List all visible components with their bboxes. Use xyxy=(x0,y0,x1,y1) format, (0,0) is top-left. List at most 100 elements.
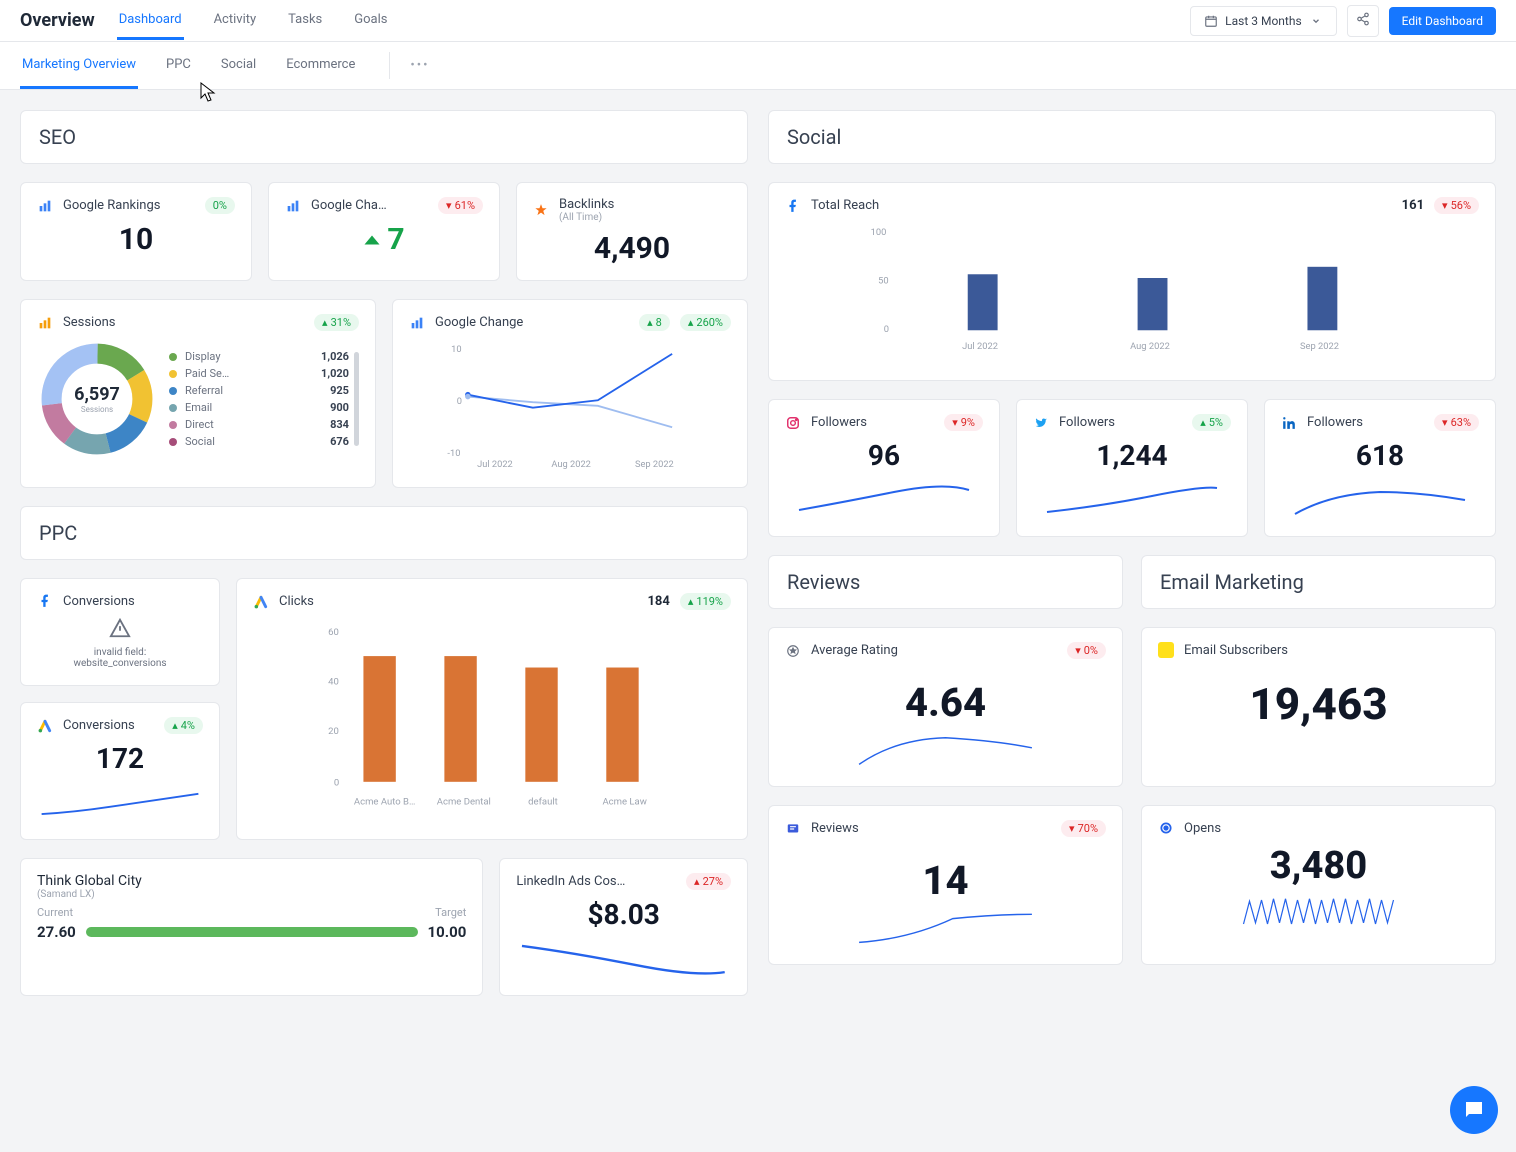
nav-tasks[interactable]: Tasks xyxy=(286,2,324,40)
svg-text:40: 40 xyxy=(328,677,339,688)
card-title: Opens xyxy=(1184,821,1479,836)
social-section-header: Social xyxy=(768,110,1496,164)
nav-dashboard[interactable]: Dashboard xyxy=(117,2,184,40)
value-badge: ▴ 8 xyxy=(639,314,670,331)
legend-row: Paid Se…1,020 xyxy=(169,365,359,382)
google-conversions-card[interactable]: Conversions ▴ 4% 172 xyxy=(20,702,220,840)
seo-charts-row: Sessions ▴ 31% xyxy=(20,299,748,488)
share-button[interactable] xyxy=(1347,5,1379,37)
change-badge: ▾ 61% xyxy=(438,197,483,214)
page-title: Overview xyxy=(20,10,95,31)
fb-conversions-card[interactable]: Conversions invalid field: website_conve… xyxy=(20,578,220,686)
tw-followers-card[interactable]: Followers ▴ 5% 1,244 xyxy=(1016,399,1248,537)
change-badge: ▾ 63% xyxy=(1434,414,1479,431)
linkedin-cost-card[interactable]: LinkedIn Ads Cos… ▴ 27% $8.03 xyxy=(499,858,748,996)
change-badge: 0% xyxy=(205,197,235,214)
card-title: Google Change xyxy=(435,315,629,330)
change-badge: ▴ 5% xyxy=(1192,414,1231,431)
goal-subtitle: (Samand LX) xyxy=(37,889,466,900)
metric-value: 19,463 xyxy=(1158,678,1479,730)
card-title: Followers xyxy=(1307,415,1424,430)
svg-text:default: default xyxy=(528,797,558,808)
total-reach-card[interactable]: Total Reach 161 ▾ 56% 100 50 0 Jul 2022 … xyxy=(768,182,1496,381)
warning-icon xyxy=(109,617,131,639)
ig-followers-card[interactable]: Followers ▾ 9% 96 xyxy=(768,399,1000,537)
card-title: Followers xyxy=(811,415,934,430)
nav-goals[interactable]: Goals xyxy=(352,2,389,40)
bar-chart-icon xyxy=(285,198,301,214)
sessions-legend: Display1,026Paid Se…1,020Referral925Emai… xyxy=(169,348,359,450)
svg-text:Sep 2022: Sep 2022 xyxy=(635,459,674,469)
svg-text:10: 10 xyxy=(451,344,461,355)
reviews-count-card[interactable]: Reviews ▾ 70% 14 xyxy=(768,805,1123,965)
sessions-card[interactable]: Sessions ▴ 31% xyxy=(20,299,376,488)
ppc-section-header: PPC xyxy=(20,506,748,560)
legend-row: Display1,026 xyxy=(169,348,359,365)
legend-row: Direct834 xyxy=(169,416,359,433)
email-subscribers-card[interactable]: Email Subscribers 19,463 xyxy=(1141,627,1496,787)
current-label: Current xyxy=(37,906,73,919)
ppc-bottom-row: Think Global City (Samand LX) Current Ta… xyxy=(20,858,748,996)
change-badge: ▴ 31% xyxy=(314,314,359,331)
nav-activity[interactable]: Activity xyxy=(212,2,259,40)
edit-dashboard-button[interactable]: Edit Dashboard xyxy=(1389,7,1496,35)
email-opens-card[interactable]: Opens 3,480 xyxy=(1141,805,1496,965)
card-title: Backlinks xyxy=(559,197,731,212)
google-rankings-card[interactable]: Google Rankings 0% 10 xyxy=(20,182,252,281)
sessions-donut-chart: 6,597 Sessions xyxy=(37,339,157,459)
progress-bar xyxy=(86,927,418,937)
email-section-header: Email Marketing xyxy=(1141,555,1496,609)
sparkline xyxy=(1281,482,1479,518)
bar-chart-icon xyxy=(37,315,53,331)
chat-icon xyxy=(1462,1098,1486,1122)
opens-icon xyxy=(1158,820,1174,836)
clicks-card[interactable]: Clicks 184 ▴ 119% 60 40 20 0 Acme Auto B… xyxy=(236,578,748,840)
card-title: Followers xyxy=(1059,415,1182,430)
sparkline xyxy=(785,482,983,518)
google-ads-icon xyxy=(253,594,269,610)
card-title: Email Subscribers xyxy=(1184,643,1479,658)
share-icon xyxy=(1356,12,1370,30)
svg-text:Acme Auto B…: Acme Auto B… xyxy=(354,797,415,808)
scrollbar[interactable] xyxy=(354,352,359,446)
subnav-social[interactable]: Social xyxy=(219,43,258,89)
subnav-marketing[interactable]: Marketing Overview xyxy=(20,43,138,89)
google-change-small-card[interactable]: Google Cha… ▾ 61% 7 xyxy=(268,182,500,281)
change-badge: ▴ 27% xyxy=(686,873,731,890)
svg-text:100: 100 xyxy=(871,227,887,238)
seo-title: SEO xyxy=(39,125,729,149)
facebook-icon xyxy=(37,593,53,609)
ppc-title: PPC xyxy=(39,521,729,545)
metric-value: 4.64 xyxy=(785,679,1106,726)
seo-section-header: SEO xyxy=(20,110,748,164)
subnav-ppc[interactable]: PPC xyxy=(164,43,193,89)
li-followers-card[interactable]: Followers ▾ 63% 618 xyxy=(1264,399,1496,537)
bar-chart: 100 50 0 Jul 2022 Aug 2022 Sep 2022 xyxy=(785,222,1479,362)
svg-text:Aug 2022: Aug 2022 xyxy=(551,459,590,469)
change-badge: ▴ 119% xyxy=(680,593,731,610)
right-col: Social Total Reach 161 ▾ 56% 100 50 0 Ju… xyxy=(768,110,1496,996)
svg-text:50: 50 xyxy=(878,276,889,287)
mailchimp-icon xyxy=(1158,642,1174,658)
date-range-selector[interactable]: Last 3 Months xyxy=(1190,6,1336,36)
google-change-chart-card[interactable]: Google Change ▴ 8 ▴ 260% 10 0 -10 Jul 20… xyxy=(392,299,748,488)
date-range-label: Last 3 Months xyxy=(1225,14,1301,28)
dashboard-grid: SEO Google Rankings 0% 10 Google Cha… ▾ … xyxy=(0,90,1516,1016)
target-label: Target xyxy=(435,906,466,919)
subnav-ecommerce[interactable]: Ecommerce xyxy=(284,43,357,89)
svg-text:Jul 2022: Jul 2022 xyxy=(962,341,998,352)
star-icon xyxy=(533,202,549,218)
more-icon[interactable]: ••• xyxy=(389,52,435,79)
error-state: invalid field: website_conversions xyxy=(37,617,203,669)
metric-value: 4,490 xyxy=(533,231,731,266)
backlinks-card[interactable]: Backlinks (All Time) 4,490 xyxy=(516,182,748,281)
avg-rating-card[interactable]: Average Rating ▾ 0% 4.64 xyxy=(768,627,1123,787)
bar-chart: 60 40 20 0 Acme Auto B… Acme Dental defa… xyxy=(253,618,731,818)
sparkline xyxy=(37,785,203,821)
sparkline xyxy=(516,941,731,977)
reviews-email-row1: Average Rating ▾ 0% 4.64 Email Subscribe… xyxy=(768,627,1496,787)
chat-widget-button[interactable] xyxy=(1450,1086,1498,1134)
goal-progress-card[interactable]: Think Global City (Samand LX) Current Ta… xyxy=(20,858,483,996)
calendar-icon xyxy=(1203,13,1219,29)
change-badge: ▾ 0% xyxy=(1067,642,1106,659)
